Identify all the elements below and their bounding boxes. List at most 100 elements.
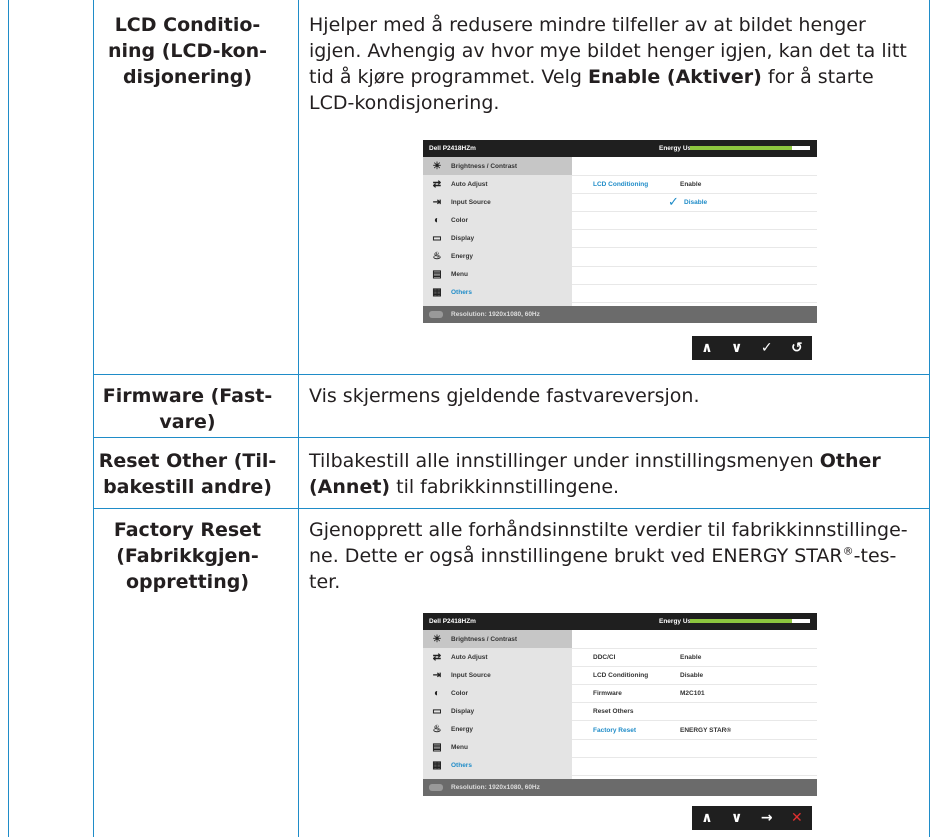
osd-submenu-row <box>572 211 817 231</box>
osd-setting-label: Firmware <box>593 690 622 698</box>
osd-submenu-row <box>572 630 817 650</box>
osd-menu-item-others[interactable]: ▦ Others <box>423 757 572 775</box>
table-border-left <box>8 0 9 837</box>
check-icon[interactable]: ✓ <box>761 340 773 356</box>
osd-setting-value: ENERGY STAR® <box>680 726 732 734</box>
osd-menu-item-energy[interactable]: ♨ Energy <box>423 247 572 265</box>
osd-menu-lcd-conditioning: Dell P2418HZm Energy Use ☀ Brightness / C… <box>423 140 817 323</box>
osd-menu-item-menu[interactable]: ▤ Menu <box>423 266 572 284</box>
osd-setting-value: M2C101 <box>680 690 705 698</box>
osd-menu-item-menu[interactable]: ▤ Menu <box>423 739 572 757</box>
osd-menu-label: Display <box>451 707 475 715</box>
back-icon[interactable]: ↺ <box>791 340 803 356</box>
term-factory-reset: Factory Reset (Fabrikkgjen-oppretting) <box>113 519 262 593</box>
osd-setting-label: Reset Others <box>593 708 634 716</box>
energy-use-fill <box>690 619 792 623</box>
term-reset-other: Reset Other (Til-bakestill andre) <box>98 450 277 498</box>
osd-menu-item-energy[interactable]: ♨ Energy <box>423 720 572 738</box>
osd-setting-value: Disable <box>680 672 704 680</box>
osd-menu-item-brightness-contrast[interactable]: ☀ Brightness / Contrast <box>423 157 572 176</box>
menu-icon: ▤ <box>432 269 442 281</box>
osd-menu-label: Color <box>451 216 468 224</box>
brightness-icon: ☀ <box>432 633 442 645</box>
right-arrow-icon[interactable]: → <box>761 810 773 826</box>
osd-submenu: DDC/CI Enable LCD Conditioning Disable Firmw… <box>572 630 817 779</box>
down-icon[interactable]: ∨ <box>731 340 742 356</box>
osd-submenu-row[interactable]: LCD Conditioning Enable <box>572 175 817 195</box>
osd-menu-label: Menu <box>451 271 468 279</box>
osd-menu-item-auto-adjust[interactable]: ⇄ Auto Adjust <box>423 648 572 666</box>
osd-button-bar: ∧ ∨ → ✕ <box>692 806 812 830</box>
input-source-icon: ⇥ <box>432 196 442 208</box>
osd-menu-item-color[interactable]: ◐ Color <box>423 684 572 702</box>
up-icon[interactable]: ∧ <box>701 810 712 826</box>
osd-menu-item-brightness-contrast[interactable]: ☀ Brightness / Contrast <box>423 630 572 649</box>
osd-menu-label: Menu <box>451 744 468 752</box>
table-border-right <box>929 0 930 374</box>
osd-button-bar: ∧ ∨ ✓ ↺ <box>692 336 812 360</box>
display-icon: ▭ <box>432 232 442 244</box>
osd-menu-label: Energy <box>451 726 474 734</box>
osd-menu-item-auto-adjust[interactable]: ⇄ Auto Adjust <box>423 175 572 193</box>
osd-menu-label: Color <box>451 689 468 697</box>
osd-submenu-row[interactable]: DDC/CI Enable <box>572 648 817 668</box>
osd-resolution: Resolution: 1920x1080, 60Hz <box>451 784 540 791</box>
osd-menu-label: Brightness / Contrast <box>451 162 518 170</box>
osd-menu-item-display[interactable]: ▭ Display <box>423 229 572 247</box>
osd-menu-label: Input Source <box>451 198 491 206</box>
osd-submenu-row <box>572 248 817 267</box>
desc-lcd-conditioning: Hjelper med å redusere mindre tilfeller … <box>309 14 907 114</box>
others-icon: ▦ <box>432 287 442 299</box>
osd-submenu-row <box>572 266 817 285</box>
desc-firmware: Vis skjermens gjeldende fastvareversjon. <box>309 385 700 407</box>
down-icon[interactable]: ∨ <box>731 810 742 826</box>
osd-submenu-row <box>572 739 817 758</box>
brightness-icon: ☀ <box>432 160 442 172</box>
table-border-col1 <box>93 0 94 837</box>
osd-submenu-row[interactable]: LCD Conditioning Disable <box>572 666 817 686</box>
osd-submenu-row <box>572 757 817 776</box>
term-lcd-conditioning: LCD Conditio-ning (LCD-kon-disjonering) <box>107 14 268 88</box>
energy-icon: ♨ <box>432 251 442 263</box>
energy-use-bar <box>690 619 810 623</box>
osd-setting-label: LCD Conditioning <box>593 181 649 189</box>
term-firmware: Firmware (Fast-vare) <box>102 385 273 433</box>
osd-menu-label: Brightness / Contrast <box>451 635 518 643</box>
osd-submenu-row[interactable]: Factory Reset ENERGY STAR® <box>572 721 817 740</box>
osd-menu-item-others[interactable]: ▦ Others <box>423 284 572 302</box>
osd-footer: Resolution: 1920x1080, 60Hz <box>423 306 817 323</box>
up-icon[interactable]: ∧ <box>701 340 712 356</box>
osd-setting-value: Enable <box>680 181 702 189</box>
osd-submenu-row[interactable]: ✓ Disable <box>572 193 817 213</box>
osd-resolution: Resolution: 1920x1080, 60Hz <box>451 311 540 318</box>
osd-header: Dell P2418HZm Energy Use <box>423 613 817 630</box>
color-icon: ◐ <box>433 687 441 699</box>
check-icon: ✓ <box>668 194 679 210</box>
osd-setting-label: DDC/CI <box>593 654 616 662</box>
energy-use-bar <box>690 146 810 150</box>
osd-header: Dell P2418HZm Energy Use <box>423 140 817 157</box>
display-icon: ▭ <box>432 705 442 717</box>
row-divider <box>93 437 930 438</box>
close-icon[interactable]: ✕ <box>791 810 803 826</box>
osd-menu-item-input-source[interactable]: ⇥ Input Source <box>423 666 572 684</box>
osd-menu-item-input-source[interactable]: ⇥ Input Source <box>423 193 572 211</box>
osd-submenu-row <box>572 229 817 249</box>
others-icon: ▦ <box>432 760 442 772</box>
osd-menu-list: ☀ Brightness / Contrast ⇄ Auto Adjust ⇥ Input… <box>423 630 572 779</box>
energy-use-fill <box>690 146 792 150</box>
osd-submenu-row[interactable]: Reset Others <box>572 702 817 722</box>
menu-icon: ▤ <box>432 742 442 754</box>
osd-menu-item-color[interactable]: ◐ Color <box>423 211 572 229</box>
osd-menu-label: Others <box>451 289 472 297</box>
auto-adjust-icon: ⇄ <box>432 651 442 663</box>
osd-menu-label: Others <box>451 762 472 770</box>
color-icon: ◐ <box>433 214 441 226</box>
osd-menu-item-display[interactable]: ▭ Display <box>423 702 572 720</box>
osd-submenu: LCD Conditioning Enable ✓ Disable <box>572 157 817 306</box>
input-source-icon: ⇥ <box>432 669 442 681</box>
osd-menu-label: Display <box>451 234 475 242</box>
table-border-right <box>929 374 930 837</box>
osd-submenu-row[interactable]: Firmware M2C101 <box>572 684 817 704</box>
osd-menu-label: Auto Adjust <box>451 180 488 188</box>
